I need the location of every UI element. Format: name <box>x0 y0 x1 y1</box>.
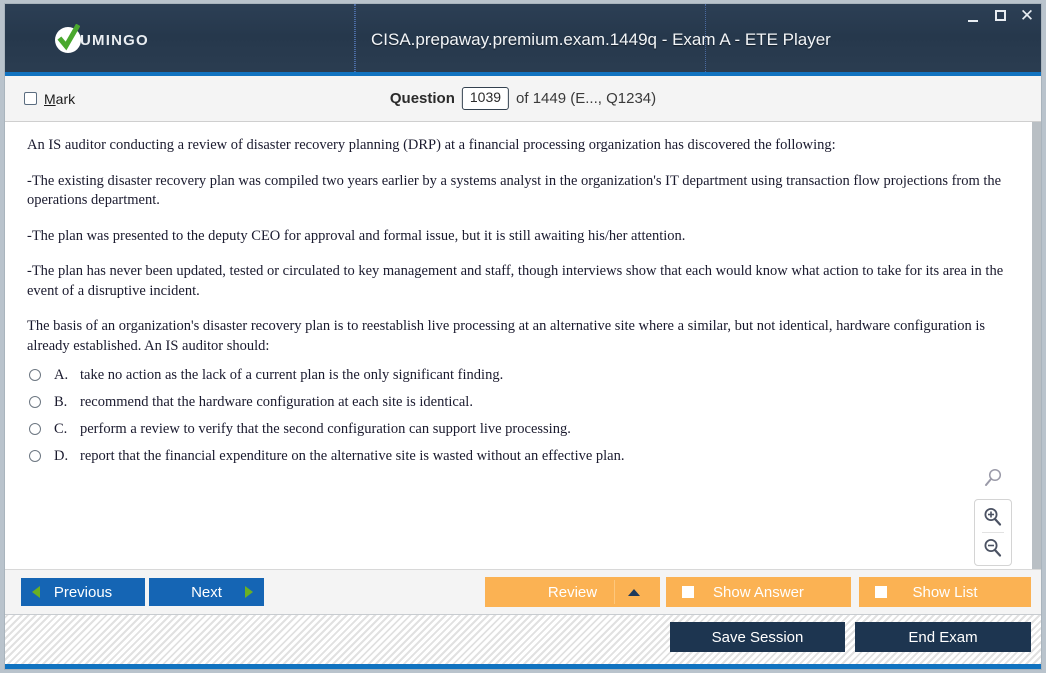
show-list-button-label: Show List <box>912 583 978 601</box>
chevron-right-icon <box>245 586 253 598</box>
radio-button[interactable] <box>29 368 41 381</box>
question-header-bar: Mark Question 1039 of 1449 (E..., Q1234) <box>5 76 1041 122</box>
zoom-in-icon[interactable] <box>980 503 1006 531</box>
next-button-label: Next <box>191 583 222 601</box>
review-split-divider <box>614 580 615 604</box>
vumingo-logo: UMINGO <box>55 24 149 53</box>
save-session-button[interactable]: Save Session <box>670 622 845 652</box>
question-paragraph: An IS auditor conducting a review of dis… <box>27 137 836 153</box>
question-number-input[interactable]: 1039 <box>461 87 510 110</box>
mark-checkbox-group[interactable]: Mark <box>24 91 75 107</box>
review-button[interactable]: Review <box>485 577 660 607</box>
radio-button[interactable] <box>29 422 41 435</box>
review-button-label: Review <box>547 583 598 601</box>
maximize-icon[interactable] <box>992 7 1008 23</box>
chevron-up-icon[interactable] <box>628 588 640 596</box>
exam-player-window: UMINGO CISA.prepaway.premium.exam.1449q … <box>4 3 1042 670</box>
question-paragraph: The basis of an organization's disaster … <box>27 318 986 354</box>
question-body: An IS auditor conducting a review of dis… <box>5 122 1041 569</box>
titlebar-divider-right <box>705 4 706 72</box>
question-paragraph: -The plan was presented to the deputy CE… <box>27 227 686 244</box>
square-icon <box>682 586 694 598</box>
save-session-label: Save Session <box>711 628 804 646</box>
option-text: recommend that the hardware configuratio… <box>80 393 473 410</box>
option-letter: A. <box>54 366 69 383</box>
close-icon[interactable]: ✕ <box>1019 7 1035 24</box>
previous-button-label: Previous <box>53 583 113 601</box>
answer-option-d[interactable]: D. report that the financial expenditure… <box>29 448 1012 465</box>
mark-label-key: M <box>44 90 56 107</box>
check-circle-icon <box>55 24 81 53</box>
mark-label-rest: ark <box>55 90 76 107</box>
end-exam-button[interactable]: End Exam <box>855 622 1031 652</box>
minimize-icon[interactable] <box>965 6 981 24</box>
window-controls: ✕ <box>965 6 1035 24</box>
next-button[interactable]: Next <box>149 578 264 606</box>
title-bar: UMINGO CISA.prepaway.premium.exam.1449q … <box>5 4 1041 76</box>
radio-button[interactable] <box>29 395 41 408</box>
option-letter: D. <box>54 447 69 464</box>
show-answer-button[interactable]: Show Answer <box>666 577 851 607</box>
question-total-text: of 1449 (E..., Q1234) <box>516 89 657 107</box>
status-bar: Save Session End Exam <box>5 614 1041 669</box>
zoom-tool-group <box>974 467 1012 566</box>
option-text: perform a review to verify that the seco… <box>80 420 571 437</box>
answer-option-c[interactable]: C. perform a review to verify that the s… <box>29 421 1012 438</box>
question-counter: Question 1039 of 1449 (E..., Q1234) <box>389 87 657 110</box>
window-title: CISA.prepaway.premium.exam.1449q - Exam … <box>371 30 831 49</box>
radio-button[interactable] <box>29 449 41 462</box>
brand-zone: UMINGO <box>5 4 355 76</box>
show-list-button[interactable]: Show List <box>859 577 1031 607</box>
mark-checkbox[interactable] <box>24 92 37 105</box>
option-letter: B. <box>54 393 68 410</box>
end-exam-label: End Exam <box>908 628 978 646</box>
previous-button[interactable]: Previous <box>21 578 145 606</box>
option-text: report that the financial expenditure on… <box>80 447 625 464</box>
option-letter: C. <box>54 420 68 437</box>
question-paragraph: -The existing disaster recovery plan was… <box>27 172 1002 209</box>
titlebar-divider-left <box>355 4 356 72</box>
question-label: Question <box>389 89 455 107</box>
chevron-left-icon <box>32 586 40 598</box>
zoom-buttons-panel <box>974 499 1012 566</box>
action-bar: Previous Next Review Show Answer Show Li… <box>5 569 1041 614</box>
question-paragraph: -The plan has never been updated, tested… <box>27 263 1004 299</box>
mark-label: Mark <box>44 91 75 107</box>
option-text: take no action as the lack of a current … <box>80 366 504 383</box>
question-content: An IS auditor conducting a review of dis… <box>5 122 1032 465</box>
answer-option-a[interactable]: A. take no action as the lack of a curre… <box>29 367 1012 384</box>
logo-wordmark: UMINGO <box>80 31 149 49</box>
answer-options: A. take no action as the lack of a curre… <box>27 367 1012 465</box>
square-icon <box>875 586 887 598</box>
zoom-divider <box>982 532 1004 533</box>
answer-option-b[interactable]: B. recommend that the hardware configura… <box>29 394 1012 411</box>
title-zone: CISA.prepaway.premium.exam.1449q - Exam … <box>355 4 1041 76</box>
zoom-out-icon[interactable] <box>980 534 1006 562</box>
show-answer-button-label: Show Answer <box>713 583 804 601</box>
magnifier-icon[interactable] <box>982 467 1004 494</box>
